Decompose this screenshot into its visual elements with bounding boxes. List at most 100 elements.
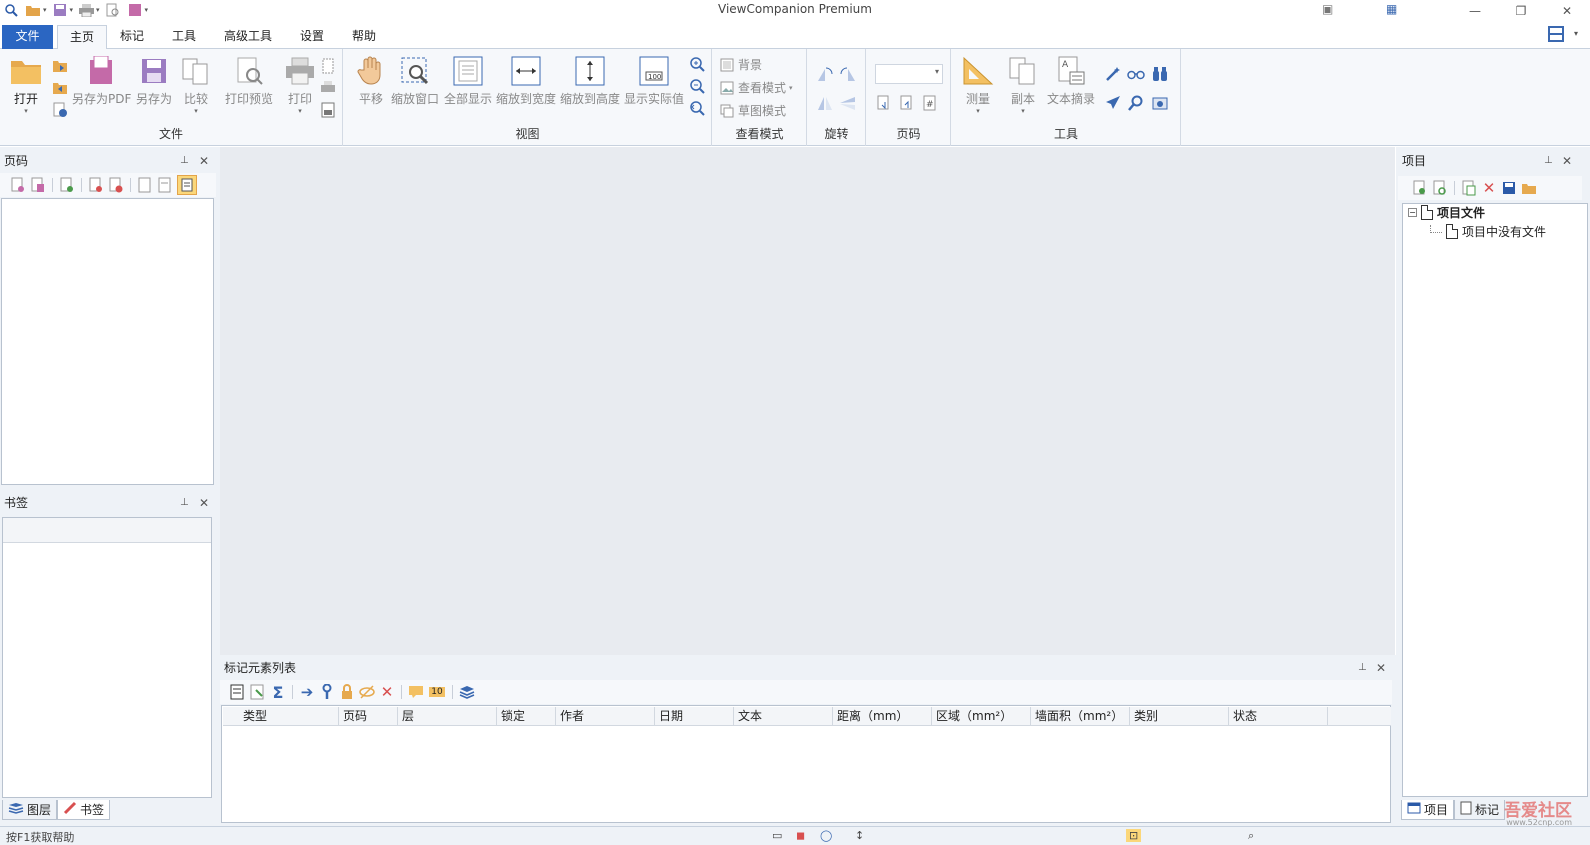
column-header-text[interactable]: 文本 [734,707,833,725]
zoom-out-icon[interactable] [688,77,706,95]
copy-button[interactable]: 副本 ▾ [1007,55,1039,115]
count-badge[interactable]: 10 [428,684,446,700]
page-insert-icon[interactable] [157,177,173,193]
screenshot-icon[interactable] [1151,94,1169,112]
tab-advanced-tools[interactable]: 高级工具 [212,25,284,49]
next-page-icon[interactable] [875,94,893,112]
tab-settings[interactable]: 设置 [288,25,336,49]
batch-print-icon[interactable] [319,79,337,97]
text-extract-button[interactable]: A 文本摘录 [1047,55,1095,107]
flip-horizontal-icon[interactable] [839,94,857,112]
tab-help[interactable]: 帮助 [340,25,388,49]
print-button[interactable]: 打印 ▾ [284,55,316,115]
restore-ribbon-icon[interactable]: ▣ [1322,2,1333,16]
bookmarks-list[interactable] [2,517,212,798]
goto-page-icon[interactable]: # [921,94,939,112]
compare-button[interactable]: 比较 ▾ [180,55,212,115]
actual-size-button[interactable]: 100 显示实际值 [624,55,684,107]
markup-properties-icon[interactable] [230,684,246,700]
tab-home[interactable]: 主页 [57,25,108,50]
previous-page-icon[interactable] [898,94,916,112]
column-header-author[interactable]: 作者 [556,707,655,725]
column-header-category[interactable]: 类别 [1130,707,1229,725]
view-mode-button[interactable]: 查看模式 ▾ [719,79,793,96]
column-header-area[interactable]: 区域（mm²） [932,707,1031,725]
tree-node-empty[interactable]: 项目中没有文件 [1430,223,1546,240]
column-header-status[interactable]: 状态 [1229,707,1328,725]
hide-icon[interactable] [359,684,375,700]
pin-icon[interactable]: ⊥ [1544,150,1553,172]
save-as-button[interactable]: 另存为 [136,55,172,107]
save-as-pdf-button[interactable]: 另存为PDF [72,55,131,107]
layers-icon[interactable] [459,684,475,700]
project-add-file-icon[interactable] [1461,180,1477,196]
zoom-all-button[interactable]: 全部显示 [444,55,492,107]
column-header-date[interactable]: 日期 [655,707,734,725]
zoom-width-button[interactable]: 缩放到宽度 [496,55,556,107]
zoom-previous-icon[interactable] [688,99,706,117]
close-icon[interactable]: ✕ [199,492,209,514]
document-canvas[interactable] [220,147,1395,655]
project-refresh-icon[interactable] [1432,180,1448,196]
page-extract-icon[interactable] [137,177,153,193]
zoom-in-icon[interactable] [688,55,706,73]
tab-markup[interactable]: 标记 [108,25,156,49]
close-icon[interactable]: ✕ [1562,150,1572,172]
status-snap-icon[interactable]: ⊡ [1126,829,1142,842]
file-info-icon[interactable] [51,101,69,119]
delete-icon[interactable]: ✕ [379,683,395,701]
zoom-height-button[interactable]: 缩放到高度 [560,55,620,107]
collapse-icon[interactable]: − [1408,208,1417,217]
tab-file[interactable]: 文件 [2,25,53,49]
status-zoom-icon[interactable]: ◯ [820,829,832,842]
tab-markup-list[interactable]: 标记 [1454,800,1506,820]
reload-icon[interactable] [51,79,69,97]
flip-vertical-icon[interactable] [816,94,834,112]
rotate-left-icon[interactable] [816,65,834,83]
maximize-icon[interactable]: ❐ [1498,0,1544,22]
close-icon[interactable]: ✕ [1544,0,1590,22]
close-icon[interactable]: ✕ [1376,657,1386,679]
layout-icon[interactable] [1548,26,1564,42]
recent-files-icon[interactable] [51,57,69,75]
zoom-window-button[interactable]: 缩放窗口 [391,55,439,107]
measure-button[interactable]: 测量 ▾ [962,55,994,115]
column-header-locked[interactable]: 锁定 [497,707,556,725]
column-header-distance[interactable]: 距离（mm） [833,707,932,725]
column-header-page[interactable]: 页码 [339,707,398,725]
page-import-icon[interactable] [10,177,26,193]
status-search-icon[interactable]: ⌕ [1248,829,1254,843]
tree-node-project-files[interactable]: − 项目文件 [1408,204,1485,221]
column-header-type[interactable]: 类型 [223,707,339,725]
pin-icon[interactable]: ⊥ [1358,657,1367,679]
page-delete-icon[interactable] [108,177,124,193]
page-thumbnail-icon[interactable] [177,175,197,195]
print-preview-button[interactable]: 打印预览 [225,55,273,107]
markup-export-icon[interactable] [250,684,266,700]
project-remove-icon[interactable]: ✕ [1481,179,1497,197]
window-layout-icon[interactable]: ▦ [1386,2,1397,16]
project-save-icon[interactable] [1501,180,1517,196]
column-header-wall-area[interactable]: 墙面积（mm²） [1031,707,1130,725]
pan-button[interactable]: 平移 [355,55,387,107]
arrow-right-icon[interactable]: ➔ [299,683,315,701]
open-button[interactable]: 打开 ▾ [10,55,42,115]
page-add-icon[interactable] [59,177,75,193]
minimize-icon[interactable]: — [1452,0,1498,22]
page-copy-icon[interactable] [30,177,46,193]
pin-icon[interactable]: ⊥ [180,492,189,514]
rotate-right-icon[interactable] [839,65,857,83]
project-open-icon[interactable] [1521,180,1537,196]
magic-wand-icon[interactable] [1104,65,1122,83]
airplane-icon[interactable] [1104,94,1122,112]
draft-mode-button[interactable]: 草图模式 [719,102,786,119]
search-icon[interactable] [1127,94,1145,112]
tab-project[interactable]: 项目 [1401,800,1455,820]
comment-icon[interactable] [408,684,424,700]
tab-tools[interactable]: 工具 [160,25,208,49]
status-page-icon[interactable]: ▭ [772,829,782,842]
lock-icon[interactable] [339,684,355,700]
pin-icon[interactable]: ⊥ [180,150,189,172]
tab-layers[interactable]: 图层 [2,800,58,820]
page-setup-icon[interactable] [319,57,337,75]
